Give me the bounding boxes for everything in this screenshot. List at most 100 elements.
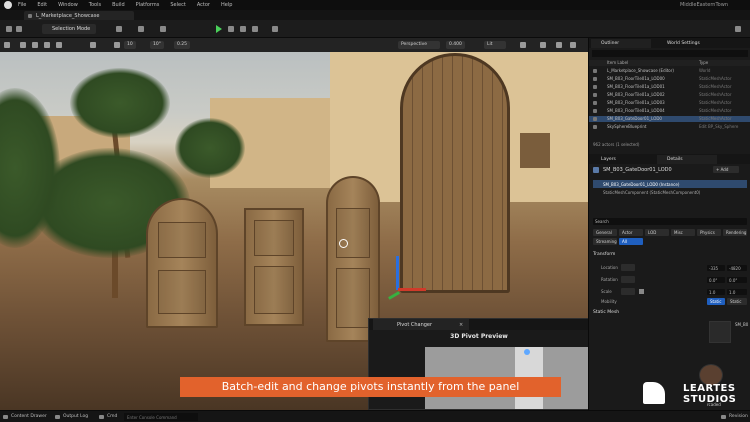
content-drawer-button[interactable]: Content Drawer — [2, 413, 47, 421]
component-root[interactable]: SM_B03_GateDoor01_LOD0 (Instance) — [593, 180, 747, 188]
menu-build[interactable]: Build — [112, 2, 125, 8]
add-component-button[interactable]: + Add — [713, 166, 739, 173]
grid-snap-value[interactable]: 10 — [124, 41, 136, 49]
filter-tab[interactable]: Physics — [697, 229, 721, 236]
column-type[interactable]: Type — [699, 60, 708, 65]
outliner-row[interactable]: L_Marketplace_Showcase (Editor) World — [589, 68, 750, 74]
gizmo-z-axis[interactable] — [396, 256, 399, 290]
section-static-mesh[interactable]: Static Mesh — [593, 310, 619, 315]
outliner-row[interactable]: SM_B03_FloorTile01a_LOD00 StaticMeshActor — [589, 76, 750, 82]
hamburger-icon[interactable] — [4, 42, 10, 48]
layout-icon[interactable] — [540, 42, 546, 48]
filter-tab[interactable]: Actor — [619, 229, 643, 236]
visibility-eye-icon[interactable] — [593, 77, 597, 81]
outliner-search[interactable] — [592, 50, 748, 57]
component-child[interactable]: StaticMeshComponent (StaticMeshComponent… — [603, 190, 700, 195]
rotation-x[interactable]: 0.0° — [707, 277, 725, 283]
tab-outliner[interactable]: Outliner — [591, 39, 651, 48]
outliner-row[interactable]: SM_B03_FloorTile01a_LOD04 StaticMeshActor — [589, 108, 750, 114]
tab-world-settings[interactable]: World Settings — [657, 39, 717, 48]
gizmo-x-axis[interactable] — [398, 288, 426, 291]
mobility-static[interactable]: Static — [707, 298, 725, 305]
gate-door-2[interactable] — [244, 208, 304, 326]
location-y[interactable]: -4820 — [727, 265, 747, 271]
visibility-eye-icon[interactable] — [593, 117, 597, 121]
section-transform[interactable]: Transform — [593, 252, 615, 257]
column-item-label[interactable]: Item Label — [607, 60, 628, 65]
cinematics-icon[interactable] — [160, 26, 166, 32]
rotation-snap-value[interactable]: 10° — [150, 41, 164, 49]
settings-icon[interactable] — [735, 26, 741, 32]
details-search[interactable]: Search — [593, 218, 747, 225]
visibility-eye-icon[interactable] — [593, 125, 597, 129]
visibility-eye-icon[interactable] — [593, 101, 597, 105]
menu-edit[interactable]: Edit — [37, 2, 47, 8]
maximize-icon[interactable] — [556, 42, 562, 48]
scale-x[interactable]: 1.0 — [707, 289, 725, 295]
menu-window[interactable]: Window — [58, 2, 78, 8]
pivot-point-icon[interactable] — [524, 349, 530, 355]
actor-name[interactable]: SM_B03_GateDoor01_LOD0 — [603, 167, 672, 173]
filter-tab[interactable]: All — [619, 238, 643, 245]
scale-mode-dropdown[interactable] — [621, 288, 635, 295]
outliner-row[interactable]: SkySphereBlueprint Edit BP_Sky_Sphere — [589, 124, 750, 130]
perspective-dropdown[interactable]: Perspective — [398, 41, 440, 49]
location-mode-dropdown[interactable] — [621, 264, 635, 271]
outliner-row[interactable]: SM_B03_FloorTile01a_LOD02 StaticMeshActor — [589, 92, 750, 98]
tab-level[interactable]: L_Marketplace_Showcase — [24, 11, 134, 20]
tab-layers[interactable]: Layers — [591, 155, 651, 164]
output-log-button[interactable]: Output Log — [54, 413, 88, 421]
gate-door-1[interactable] — [146, 198, 218, 328]
blueprint-icon[interactable] — [138, 26, 144, 32]
scale-icon[interactable] — [56, 42, 62, 48]
visibility-eye-icon[interactable] — [593, 69, 597, 73]
outliner-row[interactable]: SM_B03_FloorTile01a_LOD03 StaticMeshActor — [589, 100, 750, 106]
mobility-stationary[interactable]: Static — [727, 298, 747, 305]
pause-icon[interactable] — [228, 26, 234, 32]
menu-actor[interactable]: Actor — [197, 2, 210, 8]
stop-icon[interactable] — [240, 26, 246, 32]
scale-snap-value[interactable]: 0.25 — [174, 41, 191, 49]
filter-tab[interactable]: Streaming — [593, 238, 617, 245]
menu-help[interactable]: Help — [221, 2, 232, 8]
filter-tab[interactable]: LOD — [645, 229, 669, 236]
camera-speed-value[interactable]: 0.400 — [446, 41, 465, 49]
lock-icon[interactable] — [639, 289, 644, 294]
tab-details[interactable]: Details — [657, 155, 717, 164]
show-icon[interactable] — [520, 42, 526, 48]
eject-icon[interactable] — [252, 26, 258, 32]
menu-file[interactable]: File — [18, 2, 26, 8]
rotate-icon[interactable] — [44, 42, 50, 48]
filter-tab[interactable]: Rendering — [723, 229, 747, 236]
static-mesh-thumbnail[interactable] — [709, 321, 731, 343]
tab-pivot-changer[interactable]: Pivot Changer — [373, 319, 469, 330]
save-icon[interactable] — [6, 26, 12, 32]
add-actor-icon[interactable] — [116, 26, 122, 32]
content-icon[interactable] — [16, 26, 22, 32]
gate-door-selected[interactable] — [400, 53, 510, 293]
rotation-y[interactable]: 0.0° — [727, 277, 747, 283]
menu-tools[interactable]: Tools — [89, 2, 101, 8]
play-icon[interactable] — [216, 25, 222, 33]
move-icon[interactable] — [32, 42, 38, 48]
visibility-eye-icon[interactable] — [593, 93, 597, 97]
scale-y[interactable]: 1.0 — [727, 289, 747, 295]
rotation-mode-dropdown[interactable] — [621, 276, 635, 283]
surface-snap-icon[interactable] — [114, 42, 120, 48]
filter-tab[interactable]: Misc — [671, 229, 695, 236]
outliner-row[interactable]: SM_B03_FloorTile01a_LOD01 StaticMeshActor — [589, 84, 750, 90]
revision-control-button[interactable]: Revision — [720, 413, 748, 421]
visibility-eye-icon[interactable] — [593, 109, 597, 113]
menu-platforms[interactable]: Platforms — [136, 2, 160, 8]
cmd-dropdown[interactable]: Cmd — [98, 413, 117, 421]
gizmo-y-axis[interactable] — [388, 291, 400, 300]
visibility-eye-icon[interactable] — [593, 85, 597, 89]
platforms-icon[interactable] — [272, 26, 278, 32]
console-input[interactable]: Enter Console Command — [124, 413, 198, 421]
select-mode-icon[interactable] — [20, 42, 26, 48]
lit-dropdown[interactable]: Lit — [484, 41, 506, 49]
close-icon[interactable]: × — [459, 322, 464, 328]
mode-select-dropdown[interactable]: Selection Mode — [42, 24, 96, 34]
location-x[interactable]: -335 — [707, 265, 725, 271]
world-local-icon[interactable] — [90, 42, 96, 48]
